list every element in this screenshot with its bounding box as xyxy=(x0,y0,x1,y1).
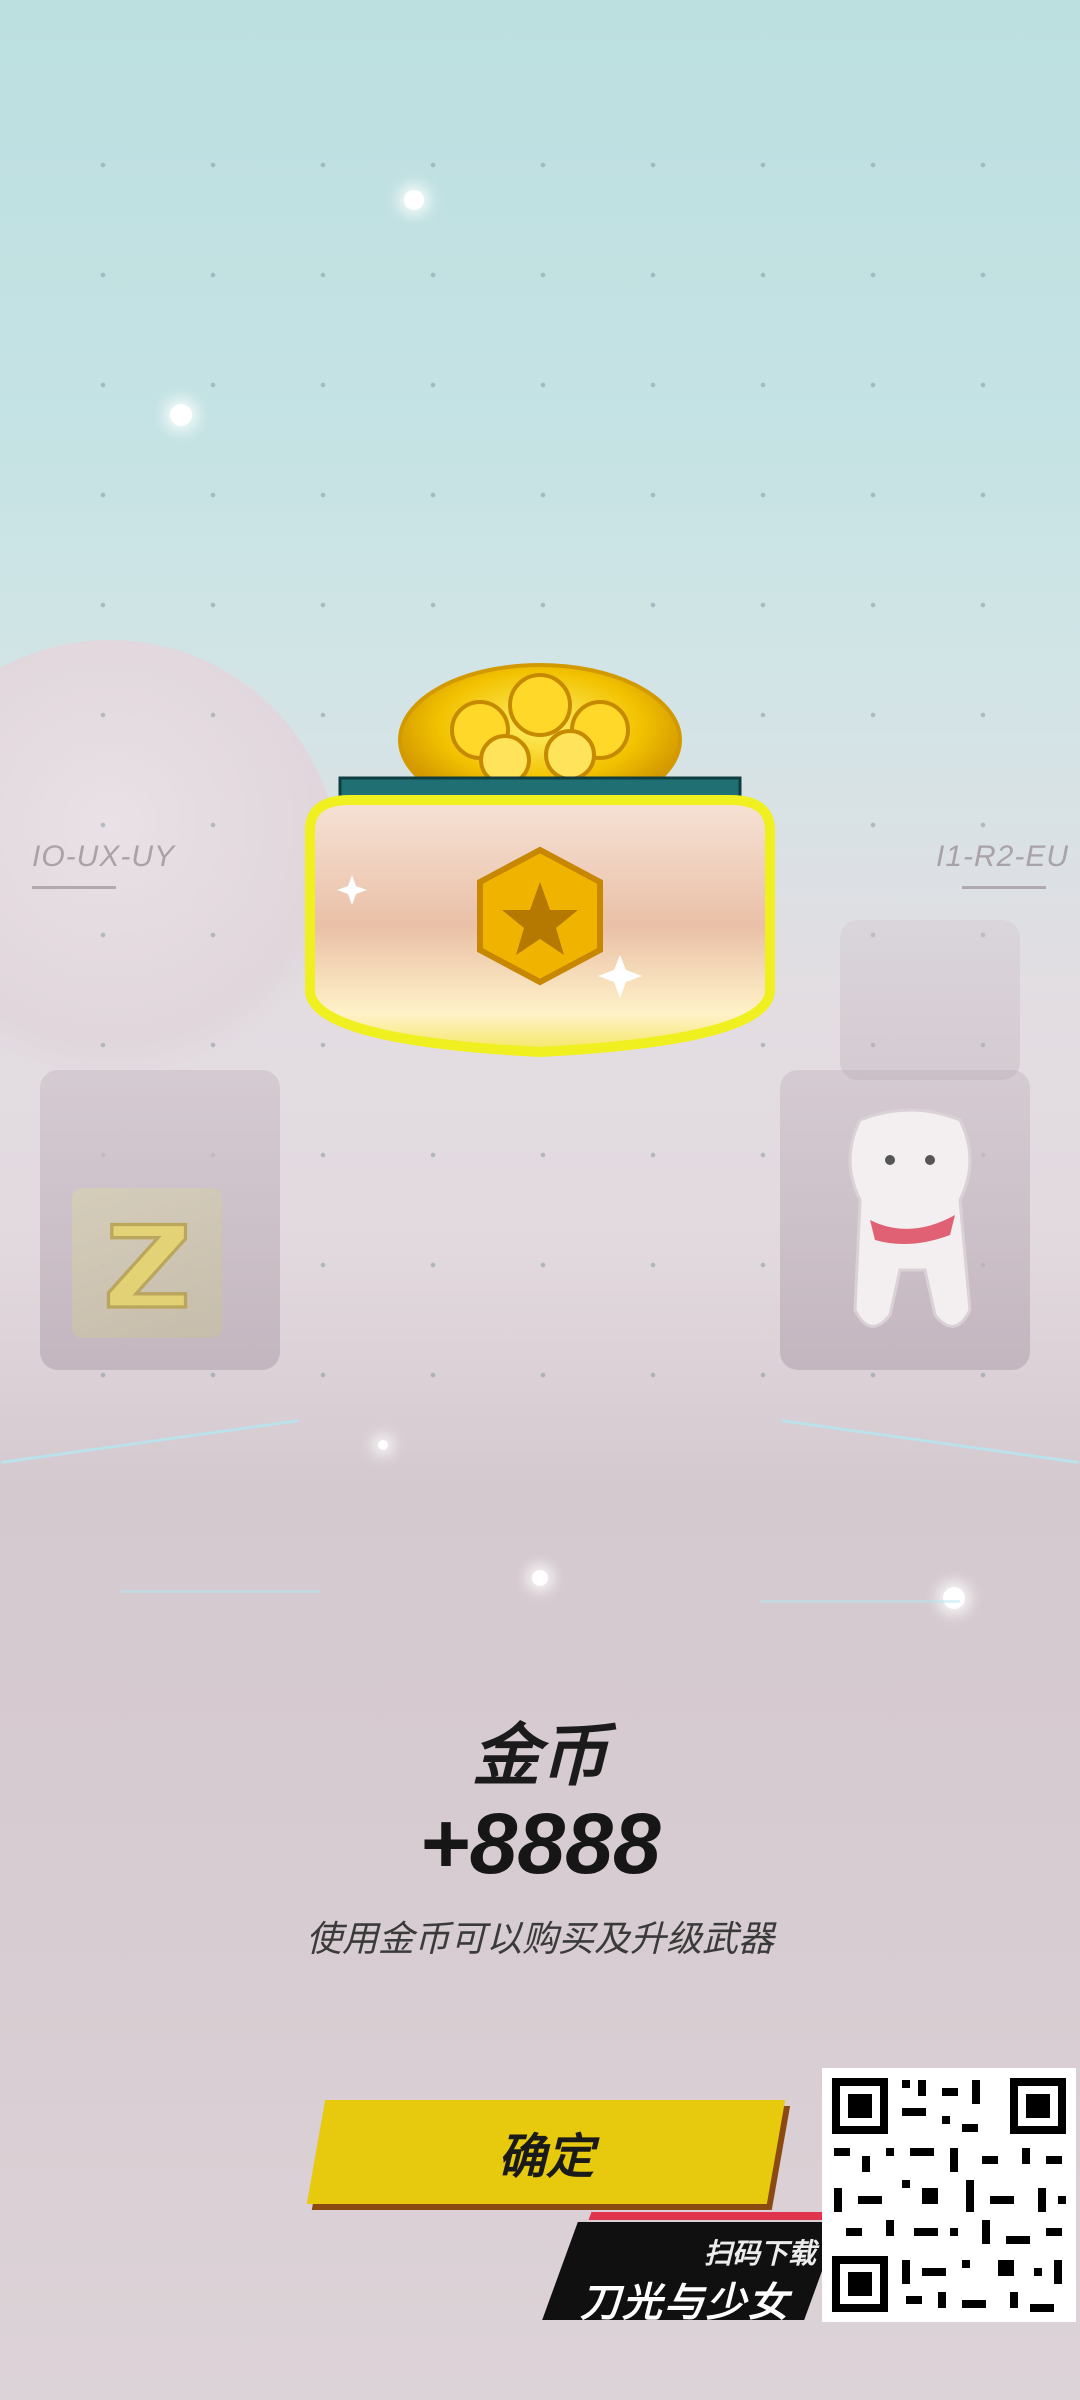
confirm-button[interactable]: 确定 xyxy=(306,2100,786,2204)
floor-line xyxy=(120,1590,320,1593)
sparkle xyxy=(170,404,192,426)
city-silhouette xyxy=(840,920,1020,1080)
floor-line xyxy=(781,1419,1079,1464)
reward-description: 使用金币可以购买及升级武器 xyxy=(305,1919,774,1960)
sparkle xyxy=(378,1440,388,1450)
floor-line xyxy=(1,1419,299,1464)
map-code-underline xyxy=(32,886,116,889)
map-code-left: IO-UX-UY xyxy=(32,840,175,873)
banner-subtitle: 扫码下载 xyxy=(703,2237,816,2270)
sparkle xyxy=(943,1587,965,1609)
banner-game-name: 刀光与少女 xyxy=(580,2280,790,2326)
sparkle xyxy=(532,1570,548,1586)
map-code-right: I1-R2-EU xyxy=(936,840,1070,873)
floor-line xyxy=(760,1600,960,1603)
banner-accent-stripe xyxy=(588,2212,834,2220)
reward-title: 金币 xyxy=(471,1717,608,1796)
z-letter-icon xyxy=(106,1222,188,1309)
z-badge xyxy=(72,1188,222,1338)
map-code-underline xyxy=(962,886,1046,889)
bunny-mascot xyxy=(848,1108,972,1328)
reward-scene: IO-UX-UY I1-R2-EU 金币 +8888 使用金币可以购买及升级武器… xyxy=(0,0,1080,2400)
coin-chest-icon xyxy=(305,663,775,1058)
qr-code-icon[interactable] xyxy=(822,2068,1076,2322)
download-banner[interactable]: 扫码下载 刀光与少女 xyxy=(542,2212,840,2326)
reward-amount: +8888 xyxy=(419,1796,661,1892)
confirm-button-label: 确定 xyxy=(497,2129,594,2185)
sparkle xyxy=(404,190,424,210)
